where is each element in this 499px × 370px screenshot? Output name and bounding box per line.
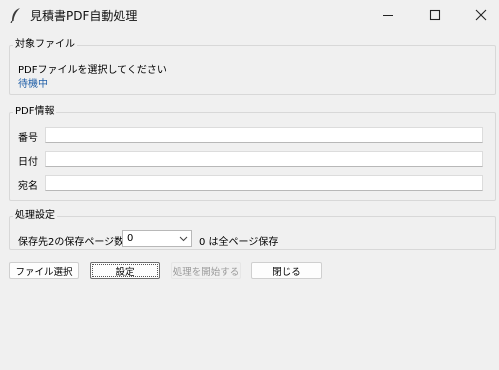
- settings-button[interactable]: 設定: [90, 262, 160, 279]
- pages-value: 0: [127, 233, 134, 244]
- target-file-group: 対象ファイル PDFファイルを選択してください 待機中: [9, 39, 496, 95]
- pages-combobox[interactable]: 0: [122, 230, 192, 247]
- maximize-button[interactable]: [412, 0, 458, 30]
- chevron-down-icon: [179, 236, 188, 242]
- processing-settings-group: 処理設定 保存先2の保存ページ数 0 0 は全ページ保存: [9, 210, 496, 250]
- number-input[interactable]: [45, 127, 483, 143]
- select-file-button[interactable]: ファイル選択: [9, 262, 79, 279]
- window-title: 見積書PDF自動処理: [30, 9, 138, 23]
- close-window-button[interactable]: [458, 0, 499, 30]
- status-text: 待機中: [18, 79, 48, 90]
- feather-icon: [10, 8, 20, 23]
- file-prompt-text: PDFファイルを選択してください: [18, 65, 167, 76]
- start-processing-button[interactable]: 処理を開始する: [171, 262, 241, 279]
- date-label: 日付: [18, 157, 38, 168]
- date-input[interactable]: [45, 151, 483, 167]
- recipient-label: 宛名: [18, 181, 38, 192]
- pdf-info-legend: PDF情報: [13, 106, 57, 118]
- target-file-legend: 対象ファイル: [13, 39, 77, 51]
- number-label: 番号: [18, 133, 38, 144]
- minimize-icon: [383, 15, 393, 16]
- title-bar[interactable]: 見積書PDF自動処理: [0, 0, 499, 30]
- pages-label: 保存先2の保存ページ数: [18, 237, 125, 248]
- close-button[interactable]: 閉じる: [251, 262, 322, 279]
- maximize-icon: [429, 9, 441, 21]
- recipient-input[interactable]: [45, 175, 483, 191]
- pdf-info-group: PDF情報 番号 日付 宛名: [9, 106, 496, 201]
- minimize-button[interactable]: [365, 0, 411, 30]
- pages-hint: 0 は全ページ保存: [199, 237, 279, 248]
- processing-settings-legend: 処理設定: [13, 210, 57, 222]
- close-icon: [475, 9, 487, 21]
